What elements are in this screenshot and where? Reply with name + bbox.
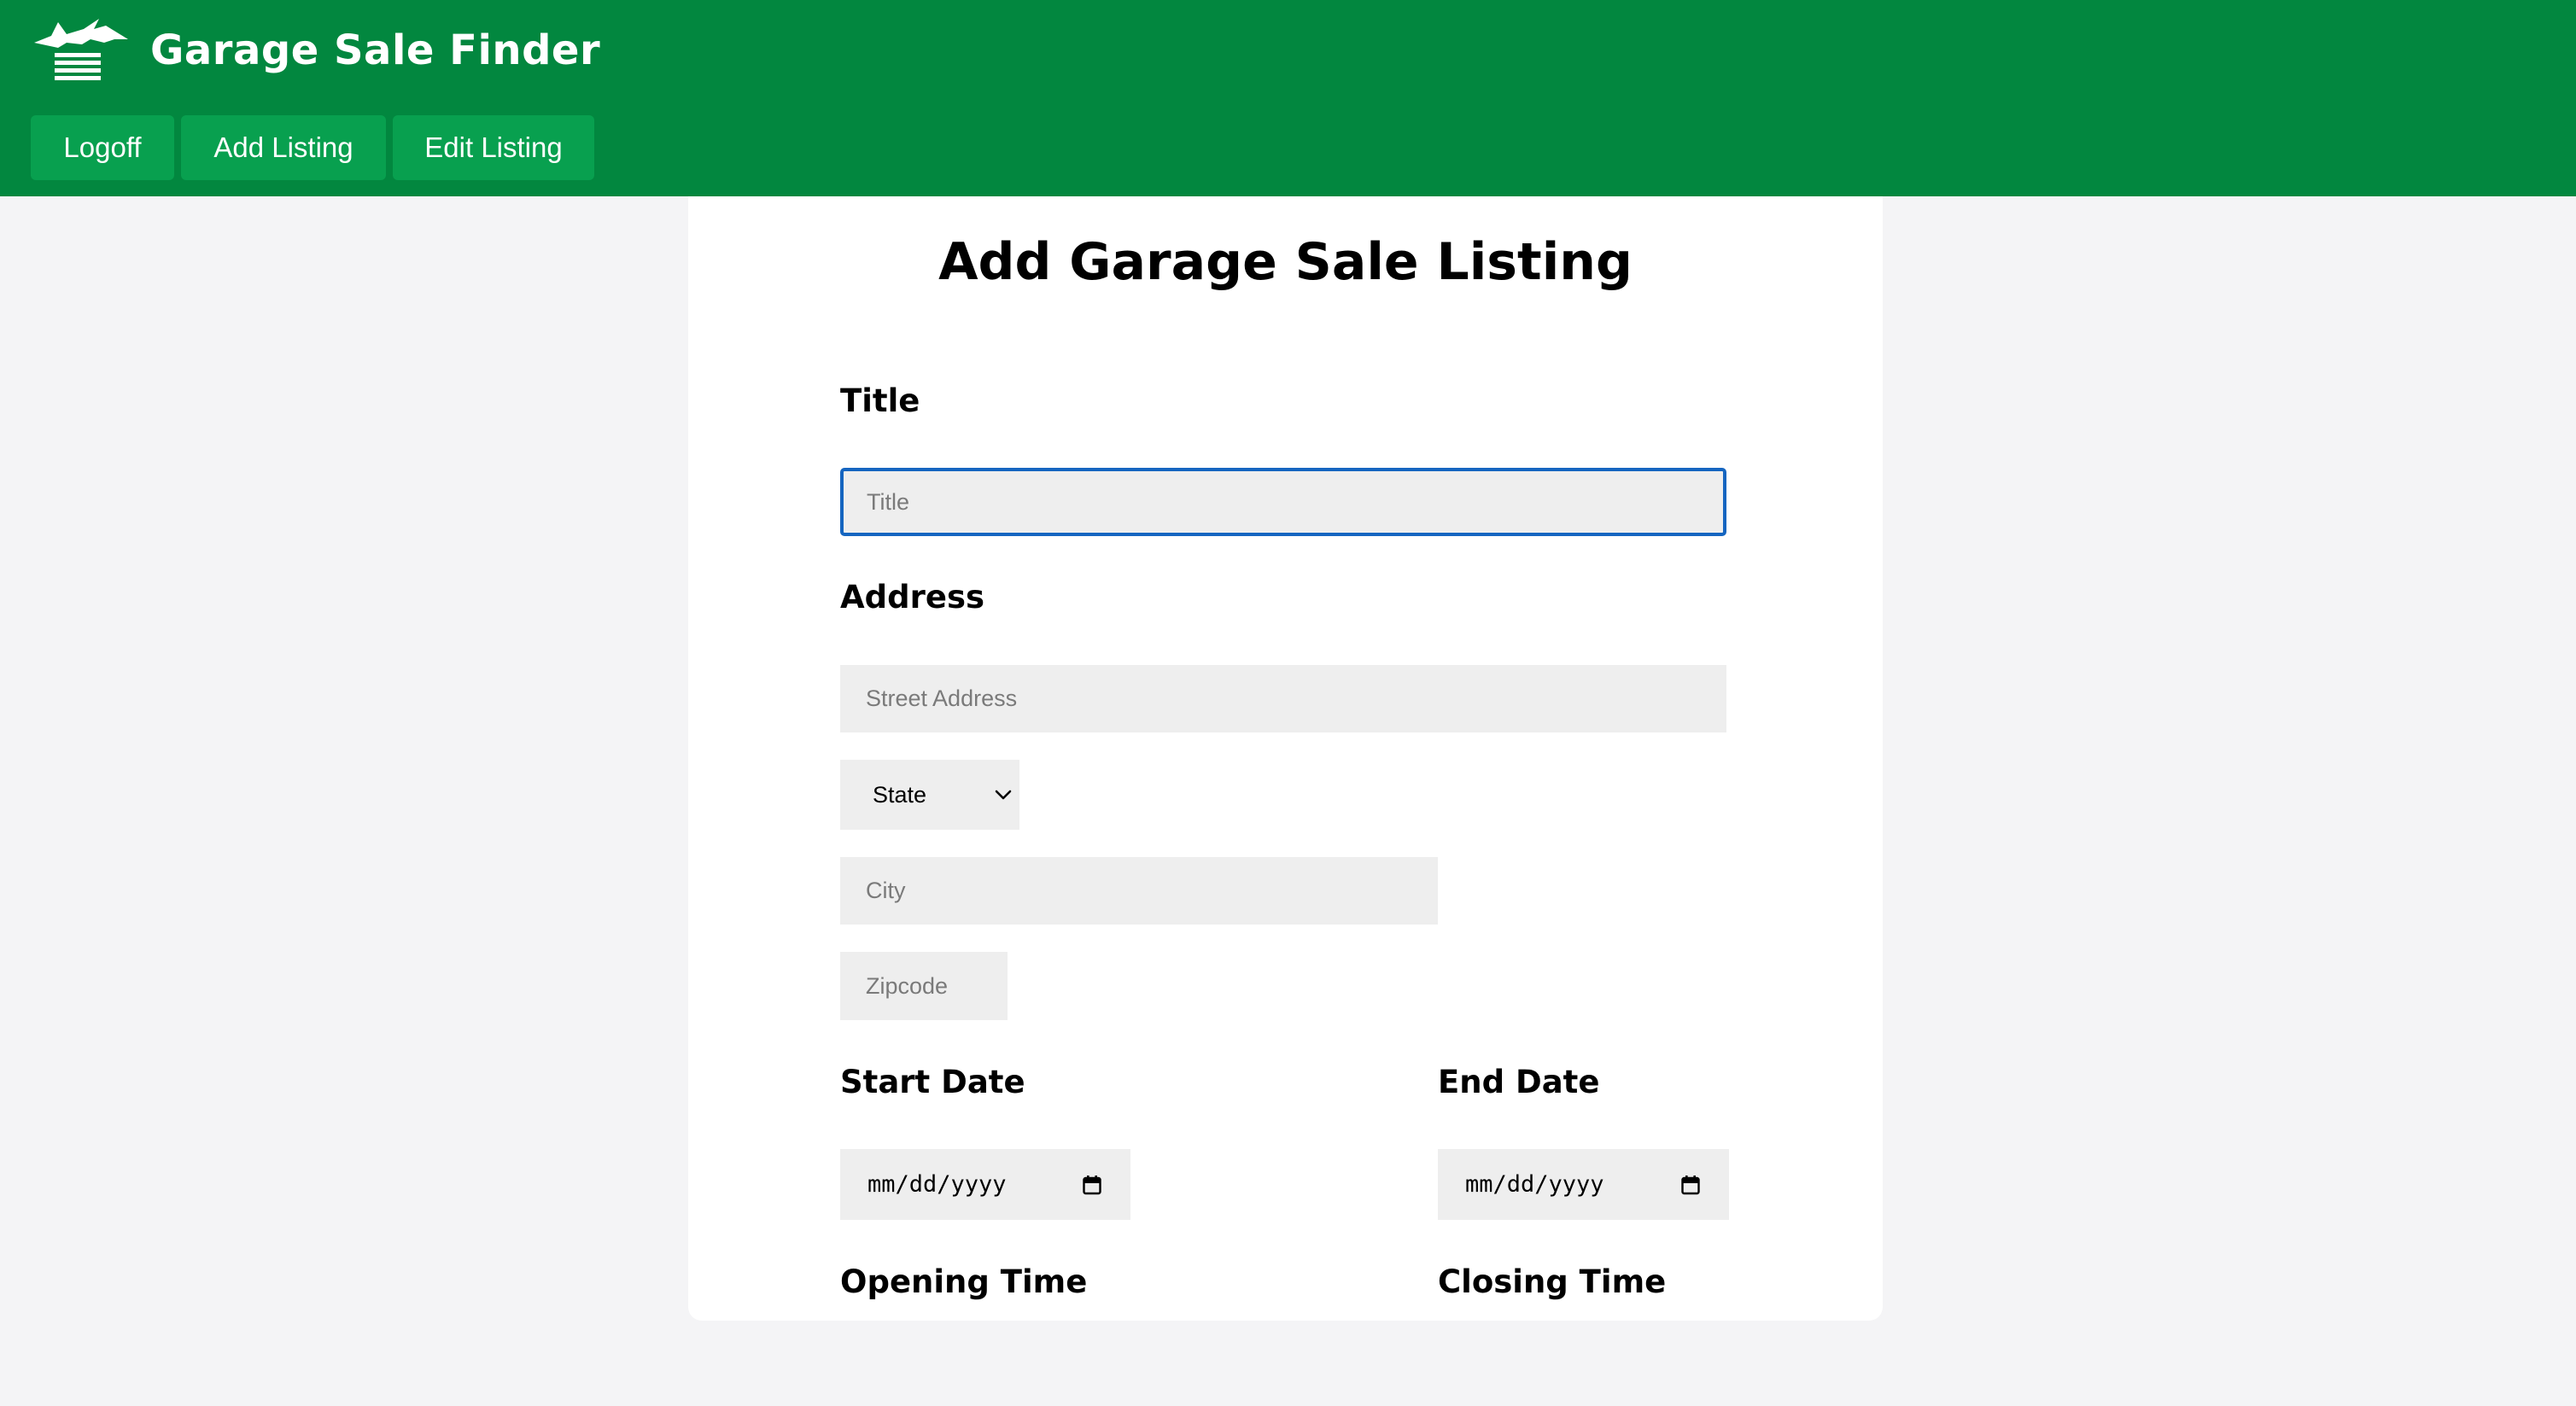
zipcode-input[interactable] [840,952,1008,1020]
calendar-icon[interactable] [1083,1175,1101,1195]
opening-time-label: Opening Time [840,1263,1088,1300]
add-listing-button[interactable]: Add Listing [181,115,386,180]
chevron-down-icon [994,789,1013,801]
calendar-icon[interactable] [1681,1175,1700,1195]
brand[interactable]: Garage Sale Finder [32,12,600,89]
start-date-input[interactable]: mm/dd/yyyy [840,1149,1130,1220]
city-input[interactable] [840,857,1438,925]
listing-form-card: Add Garage Sale Listing Title Address St… [688,196,1883,1321]
page-title: Add Garage Sale Listing [938,232,1633,292]
garage-bird-logo-icon [32,17,131,84]
start-date-value: mm/dd/yyyy [867,1171,1007,1198]
app-name: Garage Sale Finder [150,26,601,74]
address-label: Address [840,579,984,615]
end-date-value: mm/dd/yyyy [1465,1171,1604,1198]
end-date-input[interactable]: mm/dd/yyyy [1438,1149,1729,1220]
state-select-value: State [873,781,927,808]
start-date-label: Start Date [840,1064,1025,1100]
end-date-label: End Date [1438,1064,1600,1100]
closing-time-label: Closing Time [1438,1263,1667,1300]
edit-listing-button[interactable]: Edit Listing [393,115,594,180]
street-address-input[interactable] [840,665,1726,732]
state-select[interactable]: State [840,760,1019,830]
logoff-button[interactable]: Logoff [31,115,174,180]
top-nav: Logoff Add Listing Edit Listing [31,115,601,180]
app-header: Garage Sale Finder Logoff Add Listing Ed… [0,0,2576,196]
title-label: Title [840,382,920,419]
title-input[interactable] [840,468,1726,536]
